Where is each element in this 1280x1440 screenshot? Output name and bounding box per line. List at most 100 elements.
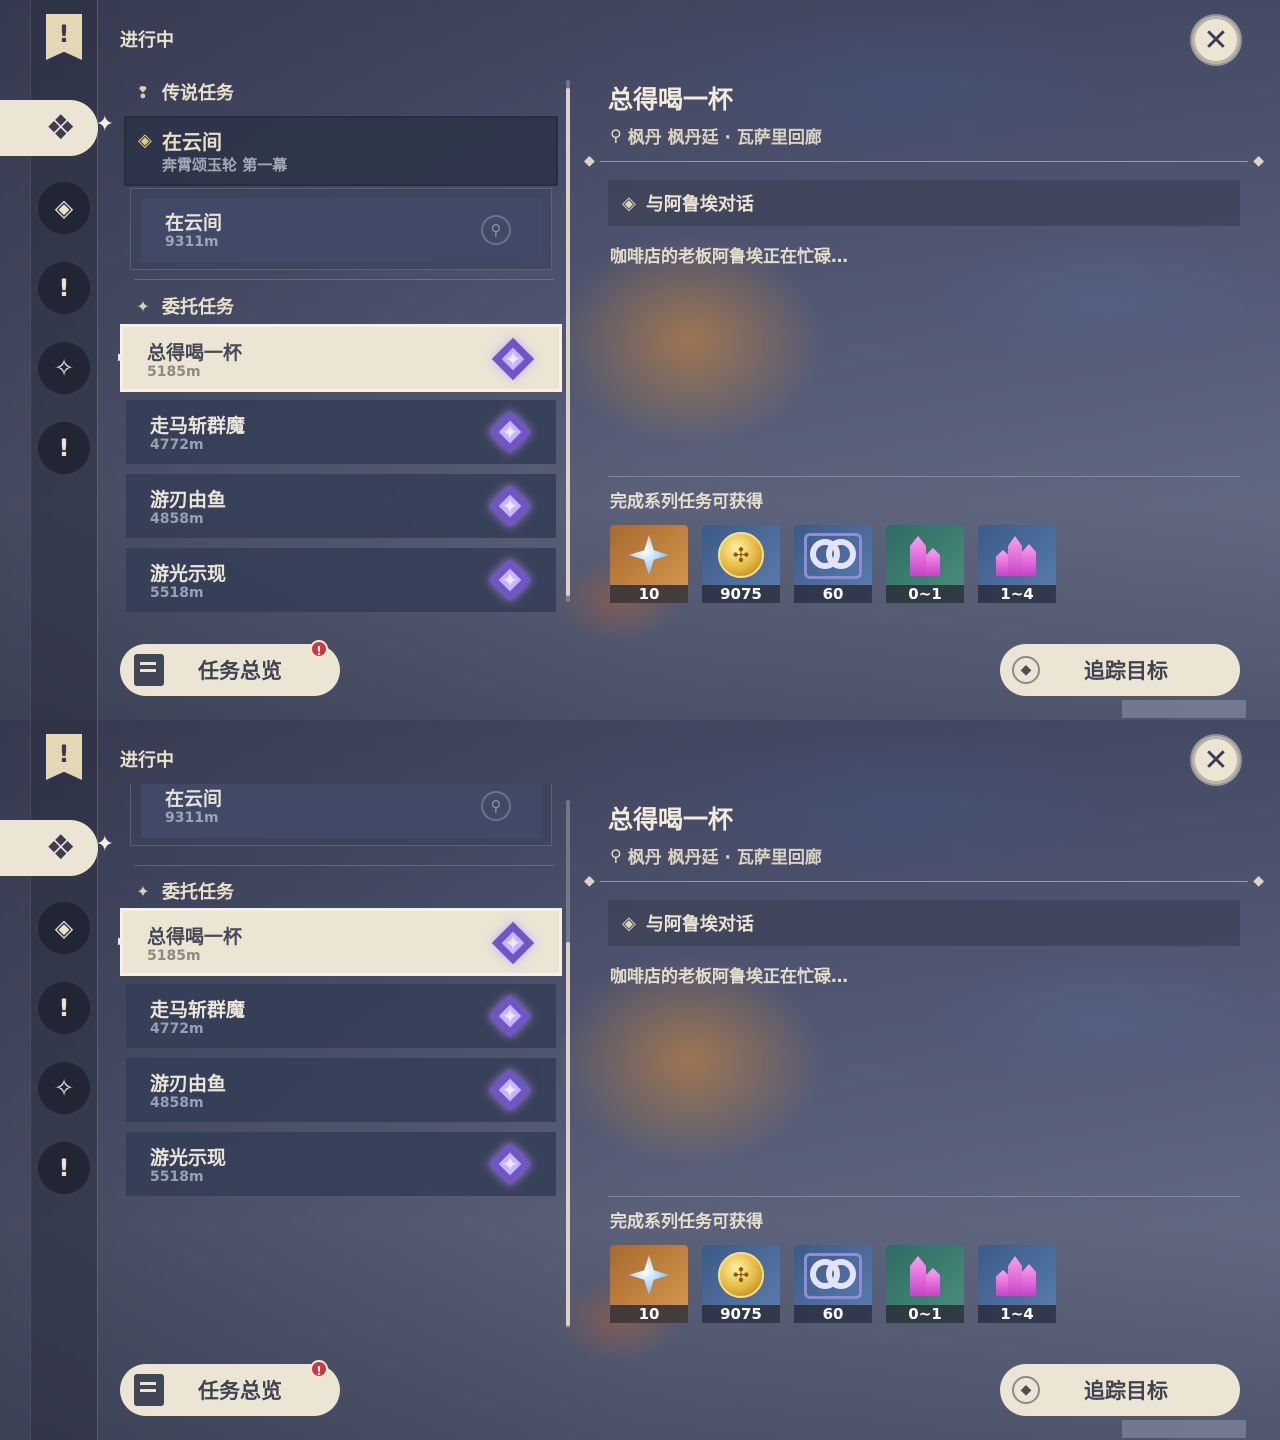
selection-arrow-icon: ▶ xyxy=(118,933,126,949)
close-button[interactable]: ✕ xyxy=(1192,736,1240,784)
reward-title: 完成系列任务可获得 xyxy=(610,1212,763,1232)
crystal-shard-icon xyxy=(902,532,948,578)
quest-item[interactable]: 走马斩群魔 4772m ✦ xyxy=(126,984,556,1048)
quest-distance: 4858m xyxy=(150,1095,204,1111)
crystal-shard-icon xyxy=(902,1252,948,1298)
bottom-strip xyxy=(1122,700,1246,718)
reward-crystal-cluster[interactable]: 1~4 xyxy=(978,525,1056,603)
commission-star-icon: ✦ xyxy=(491,921,535,965)
objective-diamond-icon: ◈ xyxy=(622,912,636,934)
quest-item[interactable]: 游光示现 5518m ✦ xyxy=(126,548,556,612)
story-quest-icon: ! xyxy=(58,994,70,1022)
quest-item-selected[interactable]: ▶ 总得喝一杯 5185m ✦ xyxy=(118,908,562,976)
reward-primogem[interactable]: 10 xyxy=(610,525,688,603)
close-icon: ✕ xyxy=(1203,742,1229,778)
divider xyxy=(134,279,554,280)
quest-title: 游光示现 xyxy=(150,1147,227,1169)
reward-mora[interactable]: ✣ 9075 xyxy=(702,1245,780,1323)
scroll-thumb[interactable] xyxy=(566,942,570,1326)
commission-star-icon: ✦ xyxy=(488,1142,532,1186)
friendship-exp-icon xyxy=(808,535,858,575)
scroll-thumb[interactable] xyxy=(566,88,570,596)
map-pin-icon[interactable]: ⚲ xyxy=(481,215,511,245)
mora-coin-icon: ✣ xyxy=(718,1252,764,1298)
archon-quest-icon: ◈ xyxy=(54,194,74,222)
close-button[interactable]: ✕ xyxy=(1192,16,1240,64)
commission-star-icon: ✦ xyxy=(488,1068,532,1112)
legend-quest-icon: ❢ xyxy=(136,82,150,102)
quest-distance: 5518m xyxy=(150,1169,204,1185)
quest-item[interactable]: 走马斩群魔 4772m ✦ xyxy=(126,400,556,464)
track-target-button[interactable]: ◆ 追踪目标 xyxy=(1000,644,1240,696)
quest-distance: 5185m xyxy=(147,948,201,964)
reward-mora[interactable]: ✣ 9075 xyxy=(702,525,780,603)
quest-title: 总得喝一杯 xyxy=(147,926,243,948)
track-diamond-icon: ◆ xyxy=(1012,1376,1040,1404)
reward-title: 完成系列任务可获得 xyxy=(610,492,763,512)
detail-title: 总得喝一杯 xyxy=(608,805,734,834)
quest-title: 走马斩群魔 xyxy=(150,999,246,1021)
commission-icon: ❖ xyxy=(45,828,76,868)
exclamation-icon: ! xyxy=(58,434,70,462)
close-icon: ✕ xyxy=(1203,22,1229,58)
quest-item[interactable]: 游刃由鱼 4858m ✦ xyxy=(126,1058,556,1122)
reward-crystal-shard[interactable]: 0~1 xyxy=(886,1245,964,1323)
crystal-cluster-icon xyxy=(994,1252,1040,1298)
quest-title: 游光示现 xyxy=(150,563,227,585)
rail-tab-archon[interactable]: ◈ xyxy=(38,902,90,954)
map-pin-icon[interactable]: ⚲ xyxy=(481,791,511,821)
quest-item[interactable]: 游刃由鱼 4858m ✦ xyxy=(126,474,556,538)
world-quest-icon: ✧ xyxy=(53,1074,75,1102)
bottom-strip xyxy=(1122,1420,1246,1438)
step-distance: 9311m xyxy=(165,810,219,826)
notification-badge: ! xyxy=(310,640,328,658)
rail-tab-other[interactable]: ! xyxy=(38,1142,90,1194)
reward-divider xyxy=(608,1196,1240,1197)
rail-tab-commission-active[interactable]: ❖ ✦ xyxy=(0,100,114,156)
commission-section-icon: ✦ xyxy=(136,881,150,901)
quest-overview-button[interactable]: 任务总览 xyxy=(120,644,340,696)
rail-tab-commission-active[interactable]: ❖ ✦ xyxy=(0,820,114,876)
rail-tab-archon[interactable]: ◈ xyxy=(38,182,90,234)
legend-step[interactable]: 在云间 9311m ⚲ xyxy=(130,784,552,846)
commission-star-icon: ✦ xyxy=(491,337,535,381)
divider xyxy=(134,865,554,866)
reward-crystal-shard[interactable]: 0~1 xyxy=(886,525,964,603)
legend-quest-header[interactable]: ◈ 在云间 奔霄颂玉轮 第一幕 xyxy=(124,116,558,186)
quest-title: 走马斩群魔 xyxy=(150,415,246,437)
rail-tab-story[interactable]: ! xyxy=(38,262,90,314)
mora-coin-icon: ✣ xyxy=(718,532,764,578)
rail-tab-story[interactable]: ! xyxy=(38,982,90,1034)
section-commission: ✦ 委托任务 xyxy=(134,293,234,319)
rail-tab-world[interactable]: ✧ xyxy=(38,342,90,394)
story-quest-icon: ! xyxy=(58,274,70,302)
track-diamond-icon: ◆ xyxy=(1012,656,1040,684)
quest-item[interactable]: 游光示现 5518m ✦ xyxy=(126,1132,556,1196)
legend-diamond-icon: ◈ xyxy=(138,130,152,151)
status-title: 进行中 xyxy=(120,750,174,771)
quest-book-icon xyxy=(134,1374,164,1406)
rail-tab-world[interactable]: ✧ xyxy=(38,1062,90,1114)
commission-star-icon: ✦ xyxy=(488,410,532,454)
quest-screen-bottom: ! ❖ ✦ ◈ ! ✧ ! 进行中 ✕ 在云间 9311m ⚲ ✦ 委托任务 ▶ 总… xyxy=(0,720,1280,1440)
spark-icon: ✦ xyxy=(95,832,114,857)
reward-primogem[interactable]: 10 xyxy=(610,1245,688,1323)
spark-icon: ✦ xyxy=(95,112,114,137)
reward-friendship-exp[interactable]: 60 xyxy=(794,1245,872,1323)
legend-step[interactable]: 在云间 9311m ⚲ xyxy=(130,188,552,270)
reward-crystal-cluster[interactable]: 1~4 xyxy=(978,1245,1056,1323)
quest-distance: 4858m xyxy=(150,511,204,527)
ornament-divider: ◆ ◆ xyxy=(584,153,1264,169)
quest-title: 总得喝一杯 xyxy=(147,342,243,364)
commission-section-icon: ✦ xyxy=(136,296,150,316)
reward-friendship-exp[interactable]: 60 xyxy=(794,525,872,603)
quest-item-selected[interactable]: ▶ 总得喝一杯 5185m ✦ xyxy=(118,324,562,392)
section-legend: ❢ 传说任务 xyxy=(134,79,234,105)
quest-distance: 4772m xyxy=(150,1021,204,1037)
rail-tab-other[interactable]: ! xyxy=(38,422,90,474)
archon-quest-icon: ◈ xyxy=(54,914,74,942)
track-target-button[interactable]: ◆ 追踪目标 xyxy=(1000,1364,1240,1416)
quest-overview-button[interactable]: 任务总览 xyxy=(120,1364,340,1416)
objective-bar: ◈ 与阿鲁埃对话 xyxy=(608,180,1240,226)
quest-book-icon xyxy=(134,654,164,686)
